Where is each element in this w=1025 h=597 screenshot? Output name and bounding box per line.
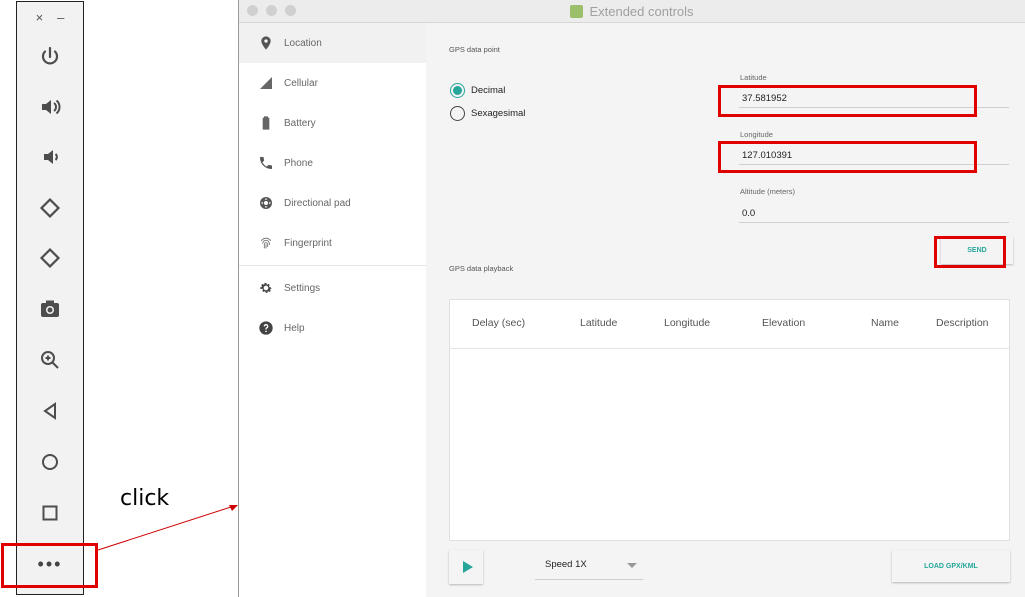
help-icon — [257, 319, 275, 337]
table-header: Delay (sec) Latitude Longitude Elevation… — [450, 300, 1009, 349]
rotate-right-button[interactable] — [33, 241, 67, 275]
window-title: Extended controls — [589, 3, 694, 19]
camera-icon — [41, 300, 59, 317]
column-header[interactable]: Description — [936, 317, 989, 329]
sidebar-item-help[interactable]: Help — [239, 308, 426, 348]
radio-unchecked-icon — [450, 106, 465, 121]
minimize-window-icon[interactable] — [266, 5, 277, 16]
screenshot-button[interactable] — [33, 292, 67, 326]
longitude-label: Longitude — [740, 130, 773, 139]
power-icon — [41, 46, 59, 65]
sidebar-item-label: Cellular — [284, 77, 318, 89]
radio-label: Decimal — [471, 85, 506, 96]
sidebar-item-label: Battery — [284, 117, 316, 129]
app-icon — [570, 4, 584, 18]
volume-down-button[interactable] — [33, 140, 67, 174]
speed-dropdown[interactable]: Speed 1X — [535, 550, 643, 580]
volume-down-icon — [44, 150, 58, 164]
toolbar-window-controls: × – — [17, 10, 83, 25]
back-triangle-icon — [43, 402, 56, 420]
chevron-down-icon — [627, 563, 637, 568]
column-header[interactable]: Delay (sec) — [472, 317, 525, 329]
rotate-left-icon — [39, 197, 61, 219]
column-header[interactable]: Name — [871, 317, 899, 329]
altitude-label: Altitude (meters) — [740, 187, 796, 196]
sidebar-item-label: Directional pad — [284, 197, 351, 209]
sidebar-item-label: Location — [284, 37, 322, 49]
altitude-field[interactable]: 0.0 — [739, 204, 1009, 223]
home-button[interactable] — [33, 445, 67, 479]
speed-value: Speed 1X — [545, 559, 587, 570]
playback-table: Delay (sec) Latitude Longitude Elevation… — [449, 299, 1010, 541]
column-header[interactable]: Latitude — [580, 317, 617, 329]
volume-up-button[interactable] — [33, 90, 67, 124]
zoom-button[interactable] — [33, 343, 67, 377]
signal-icon — [257, 74, 275, 92]
home-circle-icon — [42, 454, 58, 470]
sidebar-item-cellular[interactable]: Cellular — [239, 63, 426, 103]
emulator-toolbar: × – ••• — [16, 1, 84, 595]
annotation-arrow — [97, 505, 238, 551]
gear-icon — [257, 279, 275, 297]
phone-icon — [257, 154, 275, 172]
sidebar-item-label: Settings — [284, 282, 321, 294]
sidebar-item-battery[interactable]: Battery — [239, 103, 426, 143]
sidebar-item-fingerprint[interactable]: Fingerprint — [239, 223, 426, 263]
back-button[interactable] — [33, 394, 67, 428]
highlight-send-button — [934, 236, 1006, 268]
close-window-icon[interactable] — [247, 5, 258, 16]
column-header[interactable]: Longitude — [664, 317, 710, 329]
dpad-icon — [257, 194, 275, 212]
zoom-window-icon[interactable] — [285, 5, 296, 16]
sidebar-item-phone[interactable]: Phone — [239, 143, 426, 183]
fingerprint-icon — [257, 234, 275, 252]
load-gpx-kml-button[interactable]: LOAD GPX/KML — [892, 550, 1010, 582]
sidebar-item-settings[interactable]: Settings — [239, 268, 426, 308]
highlight-longitude-field — [718, 141, 977, 173]
highlight-more-button — [1, 543, 98, 588]
highlight-latitude-field — [718, 85, 977, 117]
power-button[interactable] — [33, 40, 67, 74]
close-icon[interactable]: × — [36, 10, 44, 25]
volume-up-icon — [42, 99, 61, 115]
battery-icon — [257, 114, 275, 132]
sidebar-item-label: Fingerprint — [284, 237, 332, 249]
overview-square-icon — [42, 505, 58, 521]
sidebar-item-label: Help — [284, 322, 305, 334]
format-sexagesimal-radio[interactable]: Sexagesimal — [450, 106, 525, 121]
sidebar-item-location[interactable]: Location — [239, 23, 426, 63]
gps-data-playback-heading: GPS data playback — [449, 264, 514, 273]
minimize-icon[interactable]: – — [57, 10, 64, 25]
gps-data-point-heading: GPS data point — [449, 45, 500, 54]
window-traffic-lights — [247, 5, 296, 16]
radio-label: Sexagesimal — [471, 108, 526, 119]
zoom-icon — [41, 351, 59, 369]
window-titlebar: Extended controls — [239, 0, 1025, 23]
play-button[interactable] — [449, 550, 483, 584]
column-header[interactable]: Elevation — [762, 317, 805, 329]
overview-button[interactable] — [33, 496, 67, 530]
rotate-left-button[interactable] — [33, 191, 67, 225]
format-decimal-radio[interactable]: Decimal — [450, 83, 505, 98]
playback-controls: Speed 1X LOAD GPX/KML — [449, 550, 1010, 584]
latitude-label: Latitude — [740, 73, 767, 82]
sidebar-item-label: Phone — [284, 157, 313, 169]
sidebar-divider — [239, 265, 426, 266]
sidebar-item-directional-pad[interactable]: Directional pad — [239, 183, 426, 223]
sidebar-nav: Location Cellular Battery Phone Directio… — [239, 23, 426, 597]
location-pin-icon — [257, 34, 275, 52]
radio-checked-icon — [450, 83, 465, 98]
rotate-right-icon — [39, 247, 61, 269]
